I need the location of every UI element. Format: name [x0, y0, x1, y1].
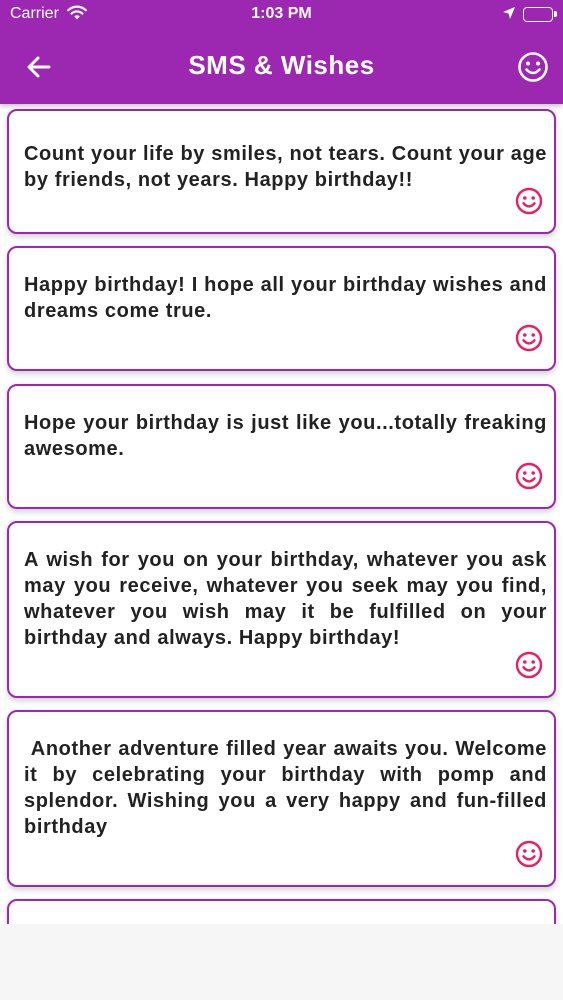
wish-card[interactable]: Count your life by smiles, not tears. Co…: [7, 109, 556, 234]
battery-icon: [523, 7, 557, 22]
wish-card[interactable]: A wish for you on your birthday, whateve…: [7, 521, 556, 698]
top-app-bar: Carrier 1:03 PM SMS & Wishes: [0, 0, 563, 104]
wish-card[interactable]: Happy birthday! I hope all your birthday…: [7, 246, 556, 371]
bottom-safe-area: [0, 924, 563, 1000]
wishes-list[interactable]: Count your life by smiles, not tears. Co…: [0, 104, 563, 924]
smiley-icon[interactable]: [514, 650, 544, 680]
navigation-bar: SMS & Wishes: [0, 30, 563, 104]
smiley-icon[interactable]: [514, 461, 544, 491]
wish-text: Count your life by smiles, not tears. Co…: [24, 143, 547, 191]
smiley-icon[interactable]: [514, 839, 544, 869]
smiley-icon[interactable]: [514, 186, 544, 216]
wish-text: A wish for you on your birthday, whateve…: [24, 549, 547, 649]
wish-card[interactable]: [7, 899, 556, 924]
smiley-icon[interactable]: [516, 50, 550, 84]
page-title: SMS & Wishes: [188, 50, 375, 80]
wish-text: Hope your birthday is just like you...to…: [24, 412, 547, 460]
status-time: 1:03 PM: [251, 5, 312, 22]
smiley-icon[interactable]: [514, 323, 544, 353]
location-arrow-icon: [502, 6, 516, 25]
status-bar: Carrier 1:03 PM: [0, 0, 563, 30]
wish-text: Happy birthday! I hope all your birthday…: [24, 274, 547, 322]
wish-text: Another adventure filled year awaits you…: [24, 738, 547, 838]
wish-card[interactable]: Another adventure filled year awaits you…: [7, 710, 556, 887]
wish-card[interactable]: Hope your birthday is just like you...to…: [7, 384, 556, 509]
